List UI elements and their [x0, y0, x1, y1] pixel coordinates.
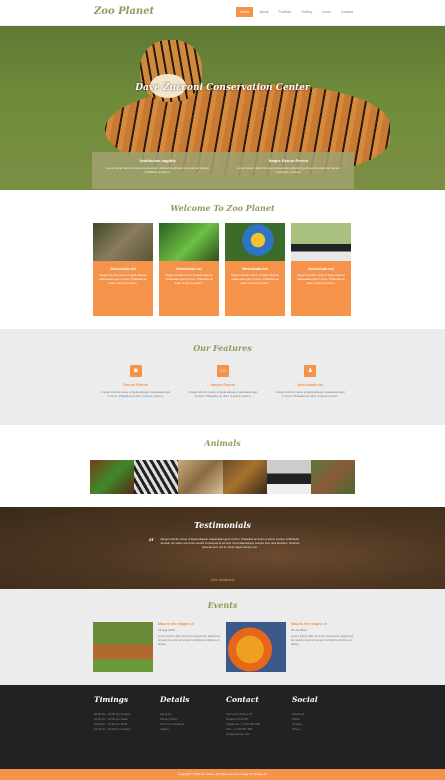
event-details: Mauris nec magna ut 15 Aug 2016 Lorem ip…: [158, 622, 223, 672]
event-date: 15 Aug 2016: [158, 628, 175, 632]
footer-details: Details About Us Privacy Policy Terms & …: [160, 695, 222, 732]
feature-text: Integer lobortis metus ut ligula aliquam…: [276, 390, 345, 398]
hero-col-text: Lorem ipsum dolor sit amet consectetur a…: [105, 166, 210, 174]
event-date: 25 Jul 2016: [291, 628, 307, 632]
main-nav: Home About Portfolio Gallery Icons Conta…: [236, 7, 357, 17]
event-text: Lorem ipsum dolor sit amet consectetur a…: [158, 634, 221, 646]
footer-heading: Details: [160, 695, 190, 704]
features-row: ◙ Earum Rerum Integer lobortis metus ut …: [92, 365, 354, 401]
welcome-card-text: Integer lobortis metus ut ligula aliquam…: [164, 273, 214, 285]
tv-icon: ▭: [216, 365, 229, 377]
animals-gallery: [90, 460, 356, 494]
welcome-card-text: Integer lobortis metus ut ligula aliquam…: [296, 273, 346, 285]
welcome-card[interactable]: Nescianda est Integer lobortis metus ut …: [225, 223, 285, 316]
welcome-cards: Nescianda est Integer lobortis metus ut …: [93, 223, 353, 316]
nav-icons[interactable]: Icons: [318, 7, 334, 17]
event-item[interactable]: Mauris nec magna ut 25 Jul 2016 Lorem ip…: [226, 622, 356, 672]
footer-heading: Social: [292, 695, 318, 704]
hero-title: Dave Zucconi Conservation Center: [135, 83, 310, 93]
site-logo[interactable]: Zoo Planet: [94, 6, 154, 17]
event-heading[interactable]: Mauris nec magna ut: [158, 622, 223, 626]
monkeys-image: [93, 223, 153, 261]
site-footer: Timings 09:00 am - 12:00 pm Feeding 12:0…: [0, 685, 445, 769]
footer-social: Social Facebook Twitter Google+ Vimeo: [292, 695, 354, 732]
contact-email-link[interactable]: info@example.com: [226, 732, 288, 737]
nav-contact[interactable]: Contact: [337, 7, 357, 17]
event-heading[interactable]: Mauris nec magna ut: [291, 622, 356, 626]
feature-item: ♟ Nescianda est Integer lobortis metus u…: [267, 365, 354, 401]
event-details: Mauris nec magna ut 25 Jul 2016 Lorem ip…: [291, 622, 356, 672]
animals-title: Animals: [204, 438, 241, 448]
feature-item: ▭ Itaque Earum Integer lobortis metus ut…: [179, 365, 266, 401]
testimonial-text: Integer lobortis metus ut ligula aliquam…: [160, 537, 300, 549]
copyright-bar: Copyright © 2016 Zoo Planet. All rights …: [0, 769, 445, 780]
nav-home[interactable]: Home: [236, 7, 254, 17]
nav-about[interactable]: About: [255, 7, 272, 17]
hero-col-1: Vestibulum sagittis Lorem ipsum dolor si…: [92, 152, 223, 189]
zebra-photo[interactable]: [134, 460, 179, 494]
elk-photo[interactable]: [310, 460, 356, 494]
nav-portfolio[interactable]: Portfolio: [275, 7, 296, 17]
hero-col-text: Lorem ipsum dolor sit amet consectetur a…: [236, 166, 341, 174]
event-item[interactable]: Mauris nec magna ut 15 Aug 2016 Lorem ip…: [93, 622, 223, 672]
hero-col-heading: Itaque Earum Rerum: [268, 158, 309, 163]
testimonial-author: John Anderson: [210, 578, 235, 582]
site-header: Zoo Planet Home About Portfolio Gallery …: [0, 0, 445, 26]
footer-heading: Contact: [226, 695, 259, 704]
feature-item: ◙ Earum Rerum Integer lobortis metus ut …: [92, 365, 179, 401]
testimonials-section: Testimonials “ Integer lobortis metus ut…: [0, 507, 445, 589]
events-title: Events: [207, 600, 238, 610]
welcome-card[interactable]: Nescianda est Integer lobortis metus ut …: [291, 223, 351, 316]
footer-timings: Timings 09:00 am - 12:00 pm Feeding 12:0…: [94, 695, 156, 732]
lizard-image: [159, 223, 219, 261]
welcome-title: Welcome To Zoo Planet: [170, 203, 275, 213]
hero-col-heading: Vestibulum sagittis: [139, 158, 176, 163]
footer-link[interactable]: Gallery: [160, 727, 222, 732]
deer-photo[interactable]: [178, 460, 223, 494]
footer-contact: Contact 123 Lorem Street, NY Mylanum Cos…: [226, 695, 288, 737]
welcome-card-text: Integer lobortis metus ut ligula aliquam…: [98, 273, 148, 285]
features-title: Our Features: [193, 343, 252, 353]
penguins-photo[interactable]: [266, 460, 311, 494]
welcome-card[interactable]: Nescianda est Integer lobortis metus ut …: [93, 223, 153, 316]
quote-icon: “: [148, 536, 155, 550]
frog-photo[interactable]: [90, 460, 135, 494]
camera-icon: ◙: [129, 365, 142, 377]
event-text: Lorem ipsum dolor sit amet consectetur a…: [291, 634, 354, 646]
footer-heading: Timings: [94, 695, 129, 704]
nav-gallery[interactable]: Gallery: [297, 7, 316, 17]
parrot-event-image: [226, 622, 286, 672]
timing-row: 04:00 pm - 06:00 pm Feeding: [94, 727, 131, 731]
hero-col-2: Itaque Earum Rerum Lorem ipsum dolor sit…: [223, 152, 354, 189]
hero-banner: Dave Zucconi Conservation Center Vestibu…: [0, 26, 445, 190]
social-link-vimeo[interactable]: Vimeo: [292, 727, 354, 732]
welcome-card-text: Integer lobortis metus ut ligula aliquam…: [230, 273, 280, 285]
user-icon: ♟: [304, 365, 317, 377]
hero-info-band: Vestibulum sagittis Lorem ipsum dolor si…: [92, 152, 354, 189]
girl-dog-image: [93, 622, 153, 672]
welcome-card[interactable]: Nescianda est Integer lobortis metus ut …: [159, 223, 219, 316]
events-section: Events Mauris nec magna ut 15 Aug 2016 L…: [0, 589, 445, 685]
feature-text: Integer lobortis metus ut ligula aliquam…: [101, 390, 170, 398]
features-section: Our Features ◙ Earum Rerum Integer lobor…: [0, 329, 445, 425]
tapir-image: [291, 223, 351, 261]
parrot-image: [225, 223, 285, 261]
testimonials-title: Testimonials: [194, 520, 251, 530]
feature-text: Integer lobortis metus ut ligula aliquam…: [188, 390, 258, 398]
bear-photo[interactable]: [222, 460, 267, 494]
